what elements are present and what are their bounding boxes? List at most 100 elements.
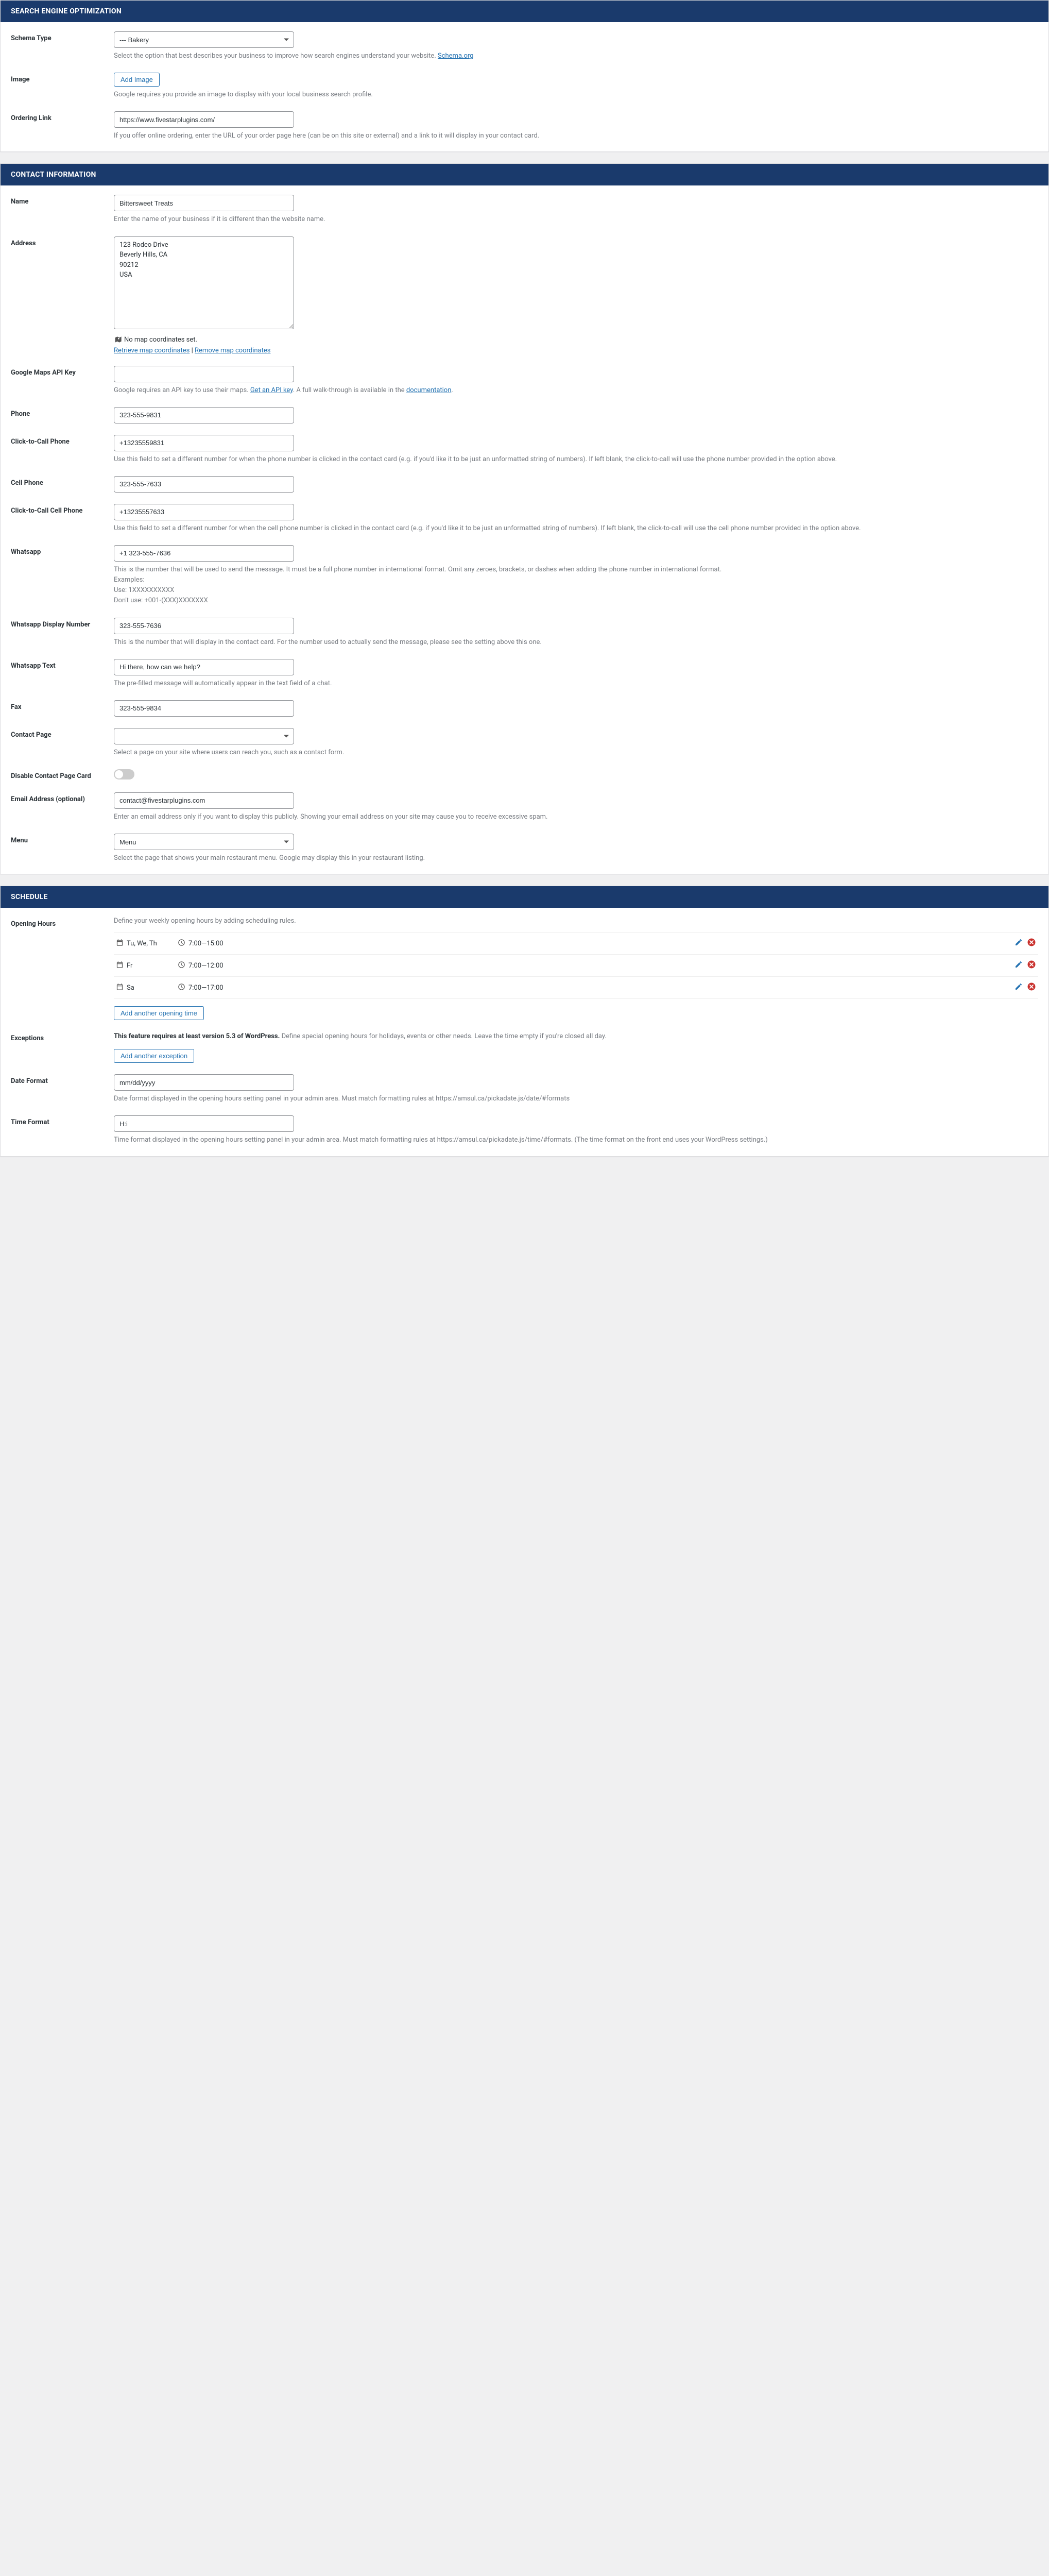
gmaps-help: Google requires an API key to use their … [114, 385, 1038, 396]
add-exception-row: Add another exception [114, 1049, 1038, 1063]
phone-content [114, 407, 1038, 423]
schedule-actions [1014, 982, 1036, 993]
image-row: Image Add Image Google requires you prov… [11, 73, 1038, 100]
schema-org-link[interactable]: Schema.org [438, 52, 473, 60]
disable-card-row: Disable Contact Page Card [11, 769, 1038, 781]
schedule-days: Tu, We, Th [116, 939, 178, 948]
ctc-phone-input[interactable] [114, 435, 294, 451]
ctc-phone-content: Use this field to set a different number… [114, 435, 1038, 465]
disable-card-content [114, 769, 1038, 781]
email-label: Email Address (optional) [11, 792, 114, 822]
ordering-help: If you offer online ordering, enter the … [114, 131, 1038, 141]
remove-coords-link[interactable]: Remove map coordinates [195, 347, 270, 354]
edit-rule-button[interactable] [1014, 960, 1023, 971]
time-format-row: Time Format Time format displayed in the… [11, 1115, 1038, 1145]
schedule-actions [1014, 938, 1036, 949]
map-links: Retrieve map coordinates | Remove map co… [114, 347, 1038, 354]
date-format-input[interactable] [114, 1074, 294, 1091]
date-format-help: Date format displayed in the opening hou… [114, 1094, 1038, 1104]
gmaps-desc-prefix: Google requires an API key to use their … [114, 386, 250, 394]
address-row: Address 123 Rodeo Drive Beverly Hills, C… [11, 236, 1038, 354]
time-format-input[interactable] [114, 1115, 294, 1132]
gmaps-row: Google Maps API Key Google requires an A… [11, 366, 1038, 396]
edit-rule-button[interactable] [1014, 982, 1023, 993]
contact-body: Name Enter the name of your business if … [1, 185, 1048, 874]
exceptions-rest: Define special opening hours for holiday… [280, 1032, 606, 1040]
schema-label: Schema Type [11, 31, 114, 61]
gmaps-input[interactable] [114, 366, 294, 382]
schema-select[interactable]: --- Bakery [114, 31, 294, 48]
exceptions-label: Exceptions [11, 1031, 114, 1063]
address-textarea[interactable]: 123 Rodeo Drive Beverly Hills, CA 90212 … [114, 236, 294, 329]
add-opening-button[interactable]: Add another opening time [114, 1006, 204, 1020]
name-input[interactable] [114, 195, 294, 211]
exceptions-row: Exceptions This feature requires at leas… [11, 1031, 1038, 1063]
menu-select[interactable]: Menu [114, 834, 294, 850]
whatsapp-input[interactable] [114, 545, 294, 562]
whatsapp-display-row: Whatsapp Display Number This is the numb… [11, 618, 1038, 648]
phone-label: Phone [11, 407, 114, 423]
fax-label: Fax [11, 700, 114, 717]
documentation-link[interactable]: documentation [406, 386, 452, 394]
contact-page-select-wrap [114, 728, 294, 744]
schema-desc-text: Select the option that best describes yo… [114, 52, 438, 60]
ctc-phone-help: Use this field to set a different number… [114, 454, 1038, 465]
schedule-days: Fr [116, 961, 178, 971]
opening-label: Opening Hours [11, 917, 114, 1020]
hours-text: 7:00—12:00 [188, 962, 223, 970]
seo-body: Schema Type --- Bakery Select the option… [1, 22, 1048, 151]
phone-input[interactable] [114, 407, 294, 423]
get-api-key-link[interactable]: Get an API key [250, 386, 293, 394]
whatsapp-help: This is the number that will be used to … [114, 565, 1038, 606]
gmaps-desc-mid: . A full walk-through is available in th… [293, 386, 406, 394]
delete-rule-button[interactable] [1027, 982, 1036, 993]
cell-input[interactable] [114, 476, 294, 493]
exceptions-content: This feature requires at least version 5… [114, 1031, 1038, 1063]
edit-rule-button[interactable] [1014, 938, 1023, 948]
gmaps-label: Google Maps API Key [11, 366, 114, 396]
sep: | [190, 347, 195, 354]
gmaps-desc-suffix: . [451, 386, 453, 394]
cell-row: Cell Phone [11, 476, 1038, 493]
fax-input[interactable] [114, 700, 294, 717]
ctc-cell-input[interactable] [114, 504, 294, 520]
schema-help: Select the option that best describes yo… [114, 51, 1038, 61]
add-exception-button[interactable]: Add another exception [114, 1049, 194, 1063]
email-row: Email Address (optional) Enter an email … [11, 792, 1038, 822]
address-content: 123 Rodeo Drive Beverly Hills, CA 90212 … [114, 236, 1038, 354]
days-text: Fr [127, 962, 132, 970]
add-image-button[interactable]: Add Image [114, 73, 160, 87]
opening-content: Define your weekly opening hours by addi… [114, 917, 1038, 1020]
email-content: Enter an email address only if you want … [114, 792, 1038, 822]
no-coords-text: No map coordinates set. [124, 336, 197, 344]
whatsapp-text-help: The pre-filled message will automaticall… [114, 679, 1038, 689]
schedule-body: Opening Hours Define your weekly opening… [1, 908, 1048, 1156]
whatsapp-text-input[interactable] [114, 659, 294, 675]
ordering-label: Ordering Link [11, 111, 114, 141]
schedule-days: Sa [116, 983, 178, 993]
disable-card-toggle[interactable] [114, 769, 134, 779]
hours-text: 7:00—17:00 [188, 984, 223, 992]
name-content: Enter the name of your business if it is… [114, 195, 1038, 225]
whatsapp-display-input[interactable] [114, 618, 294, 634]
whatsapp-text-content: The pre-filled message will automaticall… [114, 659, 1038, 689]
seo-header: SEARCH ENGINE OPTIMIZATION [1, 1, 1048, 22]
ctc-cell-content: Use this field to set a different number… [114, 504, 1038, 534]
days-text: Tu, We, Th [127, 940, 157, 947]
schedule-time: 7:00—12:00 [178, 961, 223, 971]
contact-page-content: Select a page on your site where users c… [114, 728, 1038, 758]
ordering-input[interactable] [114, 111, 294, 128]
delete-rule-button[interactable] [1027, 938, 1036, 949]
email-input[interactable] [114, 792, 294, 809]
seo-section: SEARCH ENGINE OPTIMIZATION Schema Type -… [0, 0, 1049, 152]
date-format-row: Date Format Date format displayed in the… [11, 1074, 1038, 1104]
delete-rule-button[interactable] [1027, 960, 1036, 971]
schema-row: Schema Type --- Bakery Select the option… [11, 31, 1038, 61]
retrieve-coords-link[interactable]: Retrieve map coordinates [114, 347, 190, 354]
ctc-phone-row: Click-to-Call Phone Use this field to se… [11, 435, 1038, 465]
contact-page-select[interactable] [114, 728, 294, 744]
schedule-rule: Fr 7:00—12:00 [114, 955, 1038, 977]
map-status-line: No map coordinates set. [114, 335, 1038, 345]
clock-icon [178, 939, 185, 948]
phone-row: Phone [11, 407, 1038, 423]
